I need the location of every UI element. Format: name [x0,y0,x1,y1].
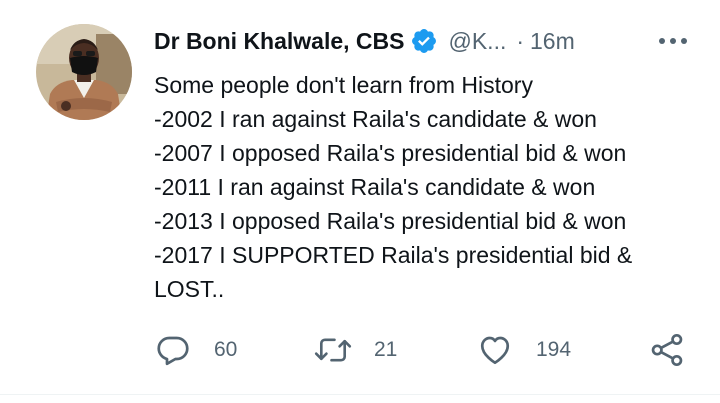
tweet[interactable]: Dr Boni Khalwale, CBS @K... · 16m Some p… [0,0,720,395]
retweet-button[interactable]: 21 [314,330,397,370]
author-display-name[interactable]: Dr Boni Khalwale, CBS [154,28,404,55]
verified-badge-icon [410,26,440,56]
share-button[interactable] [648,330,686,370]
avatar[interactable] [36,24,132,120]
like-count: 194 [536,338,572,361]
tweet-text-line: LOST.. [154,276,225,302]
tweet-text-line: Some people don't learn from History [154,72,533,98]
tweet-text-line: -2007 I opposed Raila's presidential bid… [154,140,627,166]
tweet-text-line: -2013 I opposed Raila's presidential bid… [154,208,627,234]
profile-photo-icon [36,24,132,120]
heart-icon [476,331,514,369]
reply-button[interactable]: 60 [154,330,237,370]
author-handle[interactable]: @K... [448,28,506,55]
retweet-icon [314,331,352,369]
divider [0,394,720,395]
reply-count: 60 [214,338,238,361]
header-separator: · [516,27,525,54]
tweet-header: Dr Boni Khalwale, CBS @K... · 16m [154,26,690,56]
like-button[interactable]: 194 [476,330,571,370]
tweet-timestamp[interactable]: 16m [530,28,575,55]
more-horizontal-icon [659,38,687,44]
retweet-count: 21 [374,338,398,361]
share-icon [648,331,686,369]
tweet-actions: 60 21 194 [154,330,690,370]
more-options-button[interactable] [656,28,690,54]
tweet-text-line: -2017 I SUPPORTED Raila's presidential b… [154,242,633,268]
tweet-text-line: -2002 I ran against Raila's candidate & … [154,106,597,132]
reply-icon [154,331,192,369]
tweet-text-line: -2011 I ran against Raila's candidate & … [154,174,596,200]
tweet-text: Some people don't learn from History -20… [154,68,714,306]
